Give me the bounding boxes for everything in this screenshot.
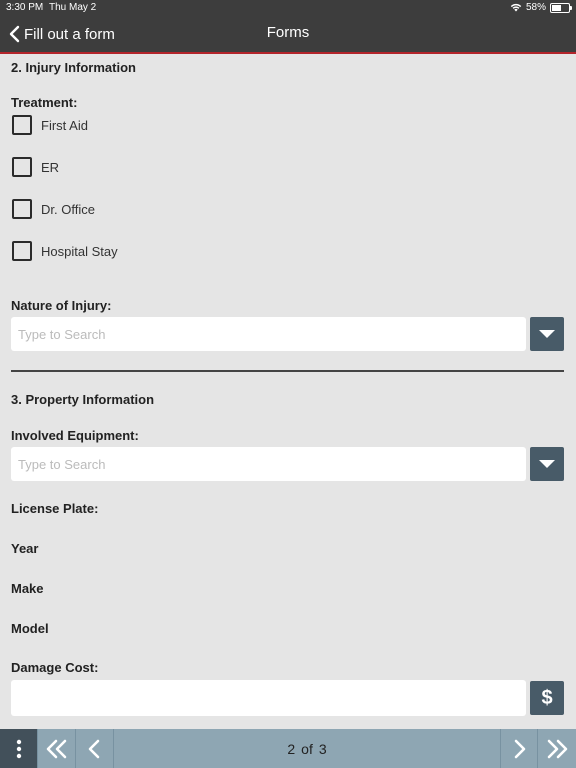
checkbox-label: Hospital Stay (41, 243, 118, 259)
currency-button[interactable]: $ (530, 681, 564, 715)
checkbox[interactable] (12, 157, 32, 177)
license-plate-label: License Plate: (11, 501, 99, 516)
treatment-option-dr-office[interactable]: Dr. Office (12, 199, 95, 219)
first-page-button[interactable] (38, 729, 76, 768)
nature-of-injury-dropdown-button[interactable] (530, 317, 564, 351)
chevron-right-icon (514, 739, 526, 758)
nature-of-injury-input[interactable] (11, 317, 526, 351)
battery-percent: 58% (525, 2, 546, 13)
battery-icon (550, 2, 572, 13)
damage-cost-input[interactable] (11, 680, 526, 716)
involved-equipment-label: Involved Equipment: (11, 428, 139, 443)
damage-cost-label: Damage Cost: (11, 660, 99, 675)
treatment-label: Treatment: (11, 95, 78, 110)
status-right: 58% (510, 2, 572, 13)
double-chevron-left-icon (46, 739, 66, 758)
model-label: Model (11, 621, 49, 636)
nature-of-injury-label: Nature of Injury: (11, 298, 112, 313)
more-options-button[interactable] (0, 729, 38, 768)
make-label: Make (11, 581, 44, 596)
last-page-button[interactable] (538, 729, 576, 768)
vertical-ellipsis-icon (16, 739, 21, 758)
property-section-title: 3. Property Information (11, 392, 155, 407)
checkbox-label: First Aid (41, 117, 88, 133)
caret-down-icon (539, 460, 555, 468)
checkbox[interactable] (12, 241, 32, 261)
involved-equipment-dropdown-button[interactable] (530, 447, 564, 481)
chevron-left-icon (88, 739, 99, 758)
checkbox[interactable] (12, 199, 32, 219)
injury-section-title: 2. Injury Information (11, 60, 136, 75)
checkbox-label: ER (41, 159, 60, 175)
page-indicator: 2 of 3 (114, 729, 500, 768)
page-title: Forms (266, 24, 310, 41)
top-bar: 3:30 PM Thu May 2 58% Fill out a form Fo… (0, 0, 576, 54)
page-navigator: 2 of 3 (0, 729, 576, 768)
checkbox[interactable] (12, 115, 32, 135)
form-content[interactable]: 2. Injury Information Treatment: First A… (0, 56, 576, 729)
total-pages: 3 (318, 740, 327, 757)
section-divider (11, 370, 564, 372)
checkbox-label: Dr. Office (41, 201, 95, 217)
next-page-button[interactable] (500, 729, 538, 768)
current-page: 2 (287, 740, 296, 757)
involved-equipment-input[interactable] (11, 447, 526, 481)
caret-down-icon (539, 330, 555, 338)
treatment-option-first-aid[interactable]: First Aid (12, 115, 88, 135)
double-chevron-right-icon (547, 739, 568, 758)
previous-page-button[interactable] (76, 729, 114, 768)
year-label: Year (11, 541, 39, 556)
wifi-icon (510, 3, 522, 12)
treatment-option-er[interactable]: ER (12, 157, 59, 177)
status-date: Thu May 2 (49, 2, 97, 13)
treatment-option-hospital-stay[interactable]: Hospital Stay (12, 241, 118, 261)
status-time: 3:30 PM (6, 2, 44, 13)
page-of-label: of (301, 740, 313, 757)
